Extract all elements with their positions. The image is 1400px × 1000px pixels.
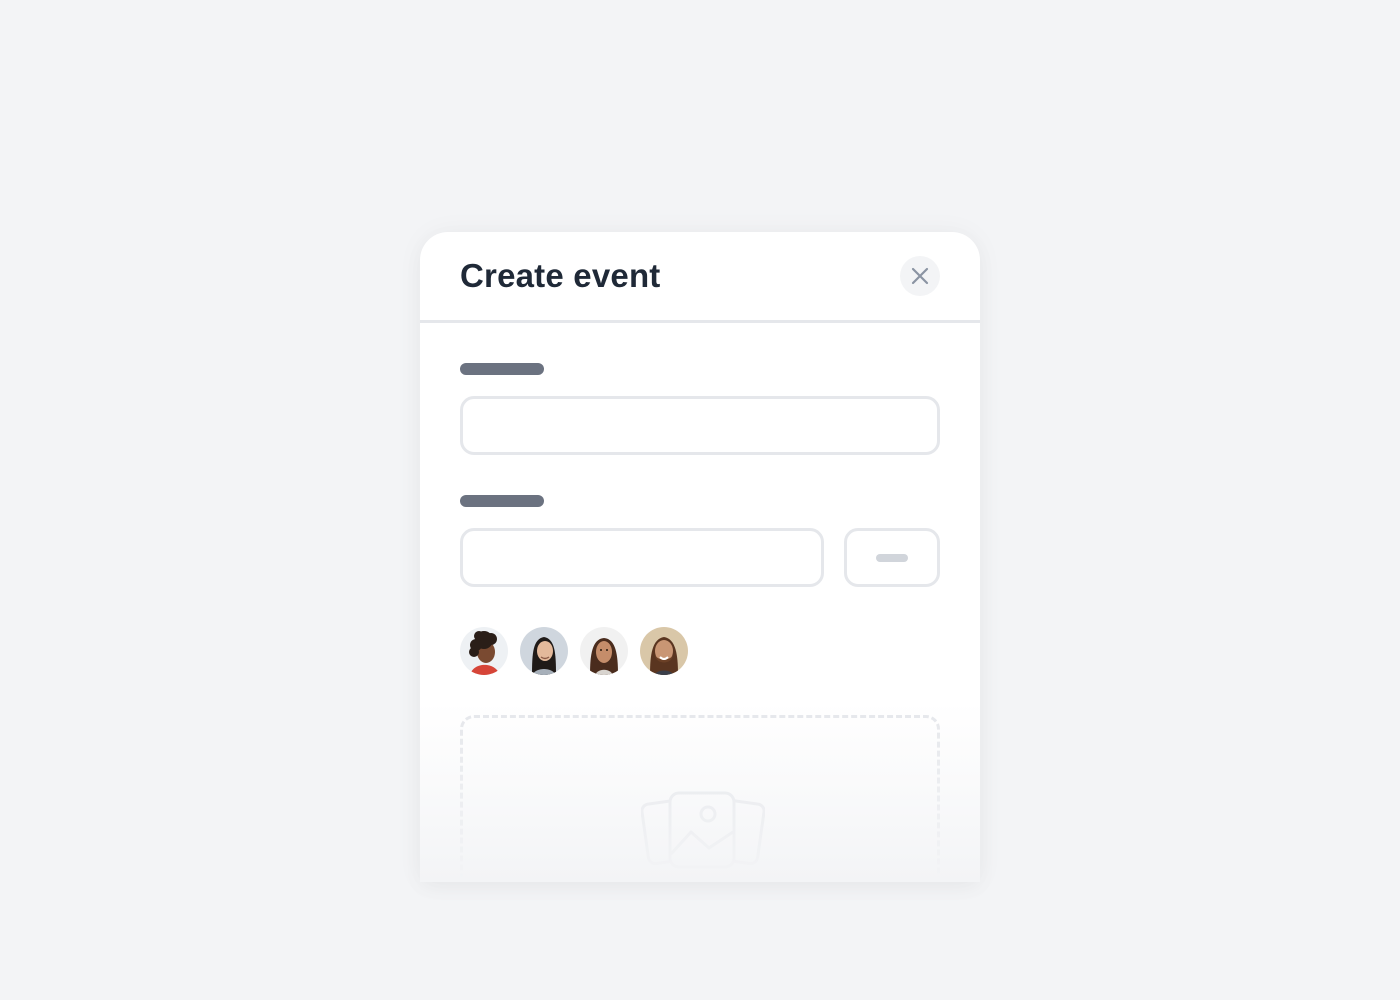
field-label-placeholder <box>460 495 544 507</box>
avatar[interactable] <box>520 627 568 675</box>
avatar-person-3 <box>580 627 628 675</box>
close-icon <box>911 267 929 285</box>
avatar-person-1 <box>460 627 508 675</box>
modal-header: Create event <box>420 232 980 323</box>
avatar[interactable] <box>640 627 688 675</box>
close-button[interactable] <box>900 256 940 296</box>
modal-title: Create event <box>460 257 661 294</box>
event-name-input[interactable] <box>460 396 940 455</box>
field-label-placeholder <box>460 363 544 375</box>
avatar-person-2 <box>520 627 568 675</box>
avatar[interactable] <box>460 627 508 675</box>
duration-stepper-button[interactable] <box>844 528 940 587</box>
image-dropzone[interactable] <box>460 715 940 882</box>
avatar[interactable] <box>580 627 628 675</box>
images-icon <box>641 791 765 869</box>
avatar-person-4 <box>640 627 688 675</box>
event-date-input[interactable] <box>460 528 824 587</box>
minus-icon <box>876 553 908 562</box>
create-event-modal: Create event <box>420 232 980 882</box>
